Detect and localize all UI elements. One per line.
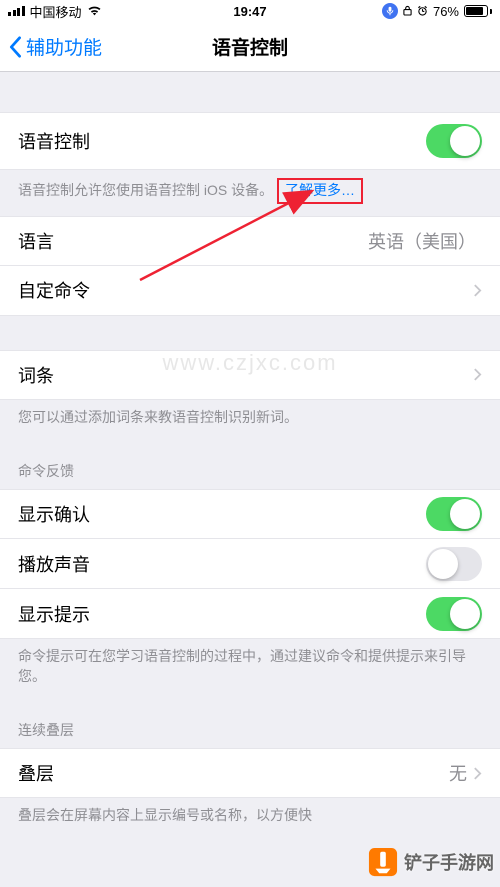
chevron-right-icon <box>473 283 482 298</box>
overlay-footer: 叠层会在屏幕内容上显示编号或名称，以方便快 <box>0 798 500 826</box>
carrier-label: 中国移动 <box>30 2 82 21</box>
back-button[interactable]: 辅助功能 <box>0 33 102 60</box>
language-value: 英语（美国） <box>368 228 476 254</box>
chevron-left-icon <box>8 36 22 58</box>
feedback-header: 命令反馈 <box>0 439 500 489</box>
signal-icon <box>8 6 25 16</box>
language-label: 语言 <box>18 228 368 254</box>
page-title: 语音控制 <box>212 33 288 60</box>
learn-more-highlight: 了解更多… <box>277 178 363 204</box>
voice-control-switch[interactable] <box>426 124 482 158</box>
brand-logo-icon <box>368 847 398 877</box>
show-confirmation-label: 显示确认 <box>18 501 426 527</box>
voice-control-status-icon <box>382 3 398 19</box>
overlay-value: 无 <box>449 760 467 786</box>
language-cell[interactable]: 语言 英语（美国） <box>0 216 500 266</box>
voice-control-cell: 语音控制 <box>0 112 500 170</box>
voice-control-footer: 语音控制允许您使用语音控制 iOS 设备。 了解更多… <box>0 170 500 216</box>
watermark-brand: 铲子手游网 <box>368 847 494 877</box>
vocabulary-footer: 您可以通过添加词条来教语音控制识别新词。 <box>0 400 500 440</box>
chevron-right-icon <box>473 367 482 382</box>
rotation-lock-icon <box>403 4 412 19</box>
status-time: 19:47 <box>233 4 266 19</box>
overlay-label: 叠层 <box>18 760 449 786</box>
show-confirmation-cell: 显示确认 <box>0 489 500 539</box>
back-label: 辅助功能 <box>26 33 102 60</box>
feedback-footer: 命令提示可在您学习语音控制的过程中，通过建议命令和提供提示来引导您。 <box>0 639 500 698</box>
nav-bar: 辅助功能 语音控制 <box>0 22 500 72</box>
alarm-icon <box>417 4 428 19</box>
custom-commands-label: 自定命令 <box>18 277 473 303</box>
vocabulary-label: 词条 <box>18 362 473 388</box>
show-hints-switch[interactable] <box>426 597 482 631</box>
learn-more-link[interactable]: 了解更多… <box>285 182 355 198</box>
battery-icon <box>464 5 492 17</box>
overlay-header: 连续叠层 <box>0 698 500 748</box>
play-sound-label: 播放声音 <box>18 551 426 577</box>
show-hints-label: 显示提示 <box>18 601 426 627</box>
play-sound-cell: 播放声音 <box>0 539 500 589</box>
voice-control-label: 语音控制 <box>18 128 426 154</box>
play-sound-switch[interactable] <box>426 547 482 581</box>
overlay-cell[interactable]: 叠层 无 <box>0 748 500 798</box>
show-confirmation-switch[interactable] <box>426 497 482 531</box>
battery-percent: 76% <box>433 4 459 19</box>
status-bar: 中国移动 19:47 76% <box>0 0 500 22</box>
vocabulary-cell[interactable]: 词条 <box>0 350 500 400</box>
chevron-right-icon <box>473 766 482 781</box>
wifi-icon <box>87 4 102 19</box>
show-hints-cell: 显示提示 <box>0 589 500 639</box>
custom-commands-cell[interactable]: 自定命令 <box>0 266 500 316</box>
